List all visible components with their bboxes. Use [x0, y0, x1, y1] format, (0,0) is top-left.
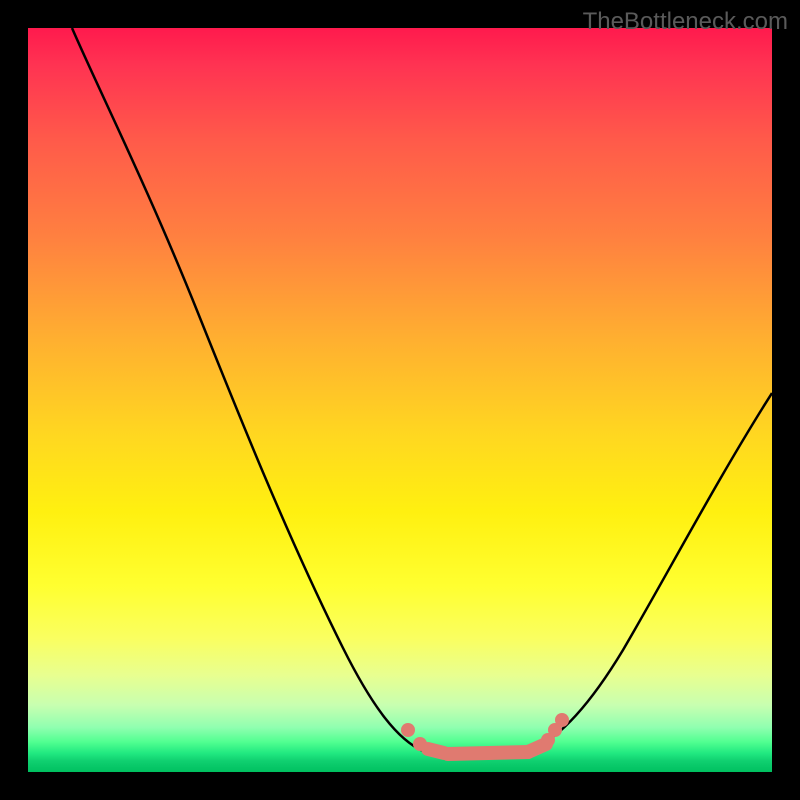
marker-dot — [401, 723, 415, 737]
watermark: TheBottleneck.com — [583, 8, 788, 36]
marker-seg — [448, 752, 528, 754]
marker-dot — [555, 713, 569, 727]
plot-area — [28, 28, 772, 772]
bottleneck-curve — [28, 28, 772, 772]
marker-seg — [528, 744, 546, 752]
curve-left — [72, 28, 423, 751]
curve-right — [533, 393, 772, 749]
